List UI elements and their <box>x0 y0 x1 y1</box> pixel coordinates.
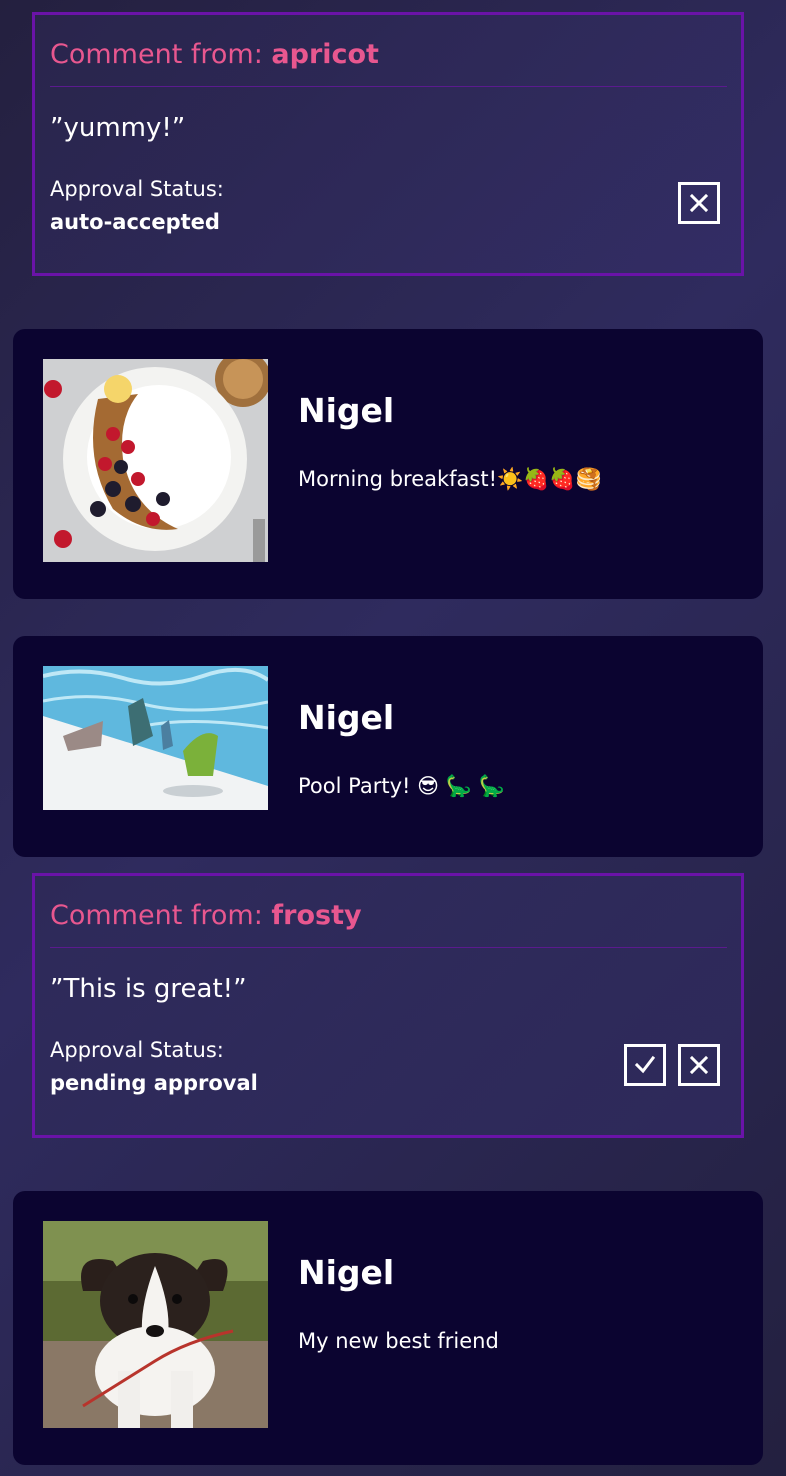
approval-status-value: auto-accepted <box>50 210 220 234</box>
post-author: Nigel <box>298 698 395 737</box>
pool-dinosaurs-photo <box>43 666 268 810</box>
comment-panel: Comment from: apricot ”yummy!” Approval … <box>32 12 744 276</box>
reject-comment-button[interactable] <box>678 1044 720 1086</box>
reject-comment-button[interactable] <box>678 182 720 224</box>
close-icon <box>689 1055 709 1075</box>
approval-status-value: pending approval <box>50 1071 258 1095</box>
comment-panel: Comment from: frosty ”This is great!” Ap… <box>32 873 744 1138</box>
comment-text: ”yummy!” <box>50 113 186 143</box>
post-card: Nigel Morning breakfast!☀️🍓🍓🥞 <box>13 329 763 599</box>
puppy-photo <box>43 1221 268 1428</box>
comment-username: apricot <box>271 39 379 70</box>
post-caption: My new best friend <box>298 1329 499 1353</box>
post-author: Nigel <box>298 391 395 430</box>
comment-from-label: Comment from: <box>50 900 272 931</box>
comment-header: Comment from: frosty <box>50 900 727 948</box>
comment-from-label: Comment from: <box>50 39 272 70</box>
comment-header: Comment from: apricot <box>50 39 727 87</box>
post-photo <box>43 1221 268 1428</box>
breakfast-bowl-photo <box>43 359 268 562</box>
comment-text: ”This is great!” <box>50 974 247 1004</box>
post-photo <box>43 359 268 562</box>
post-photo <box>43 666 268 810</box>
post-card: Nigel My new best friend <box>13 1191 763 1465</box>
approval-status-label: Approval Status: <box>50 1038 224 1062</box>
check-icon <box>634 1055 656 1074</box>
post-caption: Morning breakfast!☀️🍓🍓🥞 <box>298 467 602 491</box>
approve-comment-button[interactable] <box>624 1044 666 1086</box>
close-icon <box>689 193 709 213</box>
post-author: Nigel <box>298 1253 395 1292</box>
post-caption: Pool Party! 😎 🦕 🦕 <box>298 774 505 798</box>
post-card: Nigel Pool Party! 😎 🦕 🦕 <box>13 636 763 857</box>
approval-status-label: Approval Status: <box>50 177 224 201</box>
comment-username: frosty <box>271 900 362 931</box>
